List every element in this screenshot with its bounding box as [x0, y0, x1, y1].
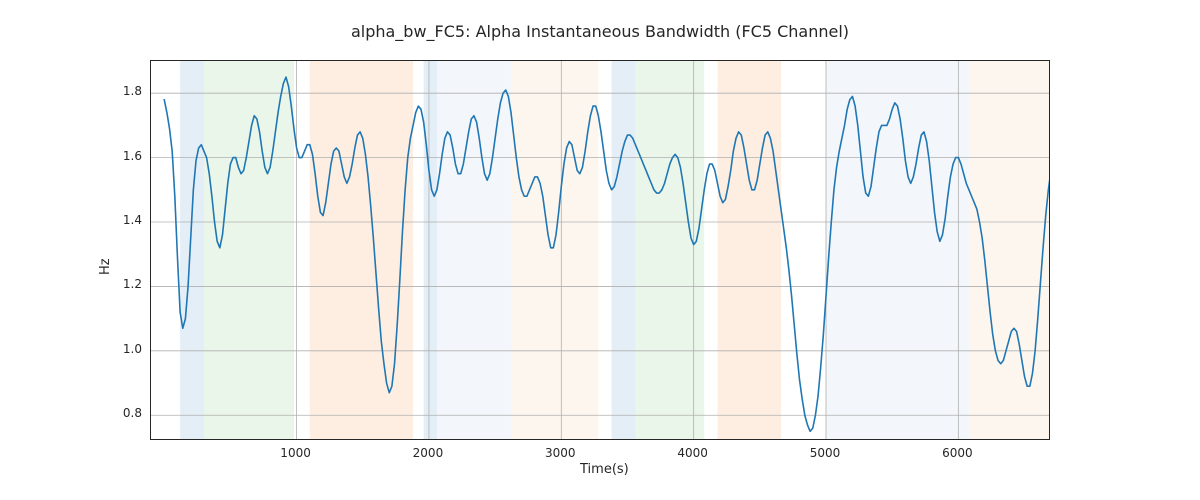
band — [826, 61, 969, 440]
xtick-label: 1000 — [280, 446, 311, 460]
band — [204, 61, 294, 440]
ytick-label: 1.6 — [102, 149, 142, 163]
xtick-label: 6000 — [942, 446, 973, 460]
plot-area — [150, 60, 1050, 440]
ytick-label: 1.2 — [102, 277, 142, 291]
ytick-label: 1.8 — [102, 84, 142, 98]
ytick-label: 0.8 — [102, 406, 142, 420]
band — [180, 61, 204, 440]
band — [612, 61, 636, 440]
plot-svg — [151, 61, 1050, 440]
band — [969, 61, 1050, 440]
figure: alpha_bw_FC5: Alpha Instantaneous Bandwi… — [0, 0, 1200, 500]
band — [310, 61, 413, 440]
band — [717, 61, 781, 440]
xtick-label: 5000 — [810, 446, 841, 460]
xtick-label: 2000 — [413, 446, 444, 460]
y-axis-label: Hz — [98, 258, 113, 275]
ytick-label: 1.0 — [102, 342, 142, 356]
band — [424, 61, 437, 440]
chart-title: alpha_bw_FC5: Alpha Instantaneous Bandwi… — [0, 22, 1200, 41]
xtick-label: 4000 — [677, 446, 708, 460]
xtick-label: 3000 — [545, 446, 576, 460]
band — [511, 61, 598, 440]
x-axis-label: Time(s) — [580, 462, 629, 477]
ytick-label: 1.4 — [102, 213, 142, 227]
background-bands — [180, 61, 1050, 440]
